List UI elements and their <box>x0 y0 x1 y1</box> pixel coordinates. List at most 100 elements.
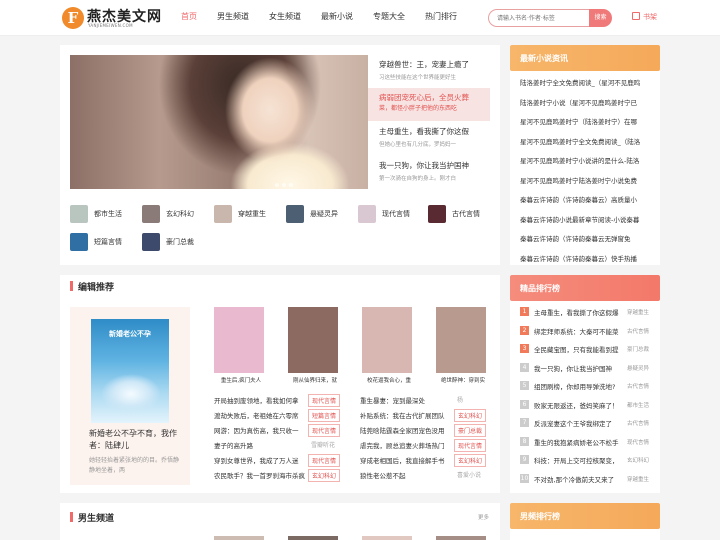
book-category-tag[interactable]: 雪瓣听花 <box>308 439 338 450</box>
hero-list-item-active[interactable]: 病弱团宠死心后，全员火葬 菜，都怪小胖子把他的东西吃 <box>368 88 490 121</box>
book-category-tag[interactable]: 玄幻科幻 <box>308 469 341 482</box>
ranking-item[interactable]: 8 重生的我抱紧病娇老公不松手 现代言情 <box>520 435 652 449</box>
hero-list-item[interactable]: 穿越兽世：王，宠妻上瘾了 习这些技能在这个世界能更好生 <box>368 55 490 88</box>
category-label: 古代言情 <box>452 210 480 218</box>
news-item[interactable]: 星河不见鹿鸣姜时宁（陆洛姜时宁）在哪 <box>520 116 652 126</box>
hero-item-title: 穿越兽世：王，宠妻上瘾了 <box>379 60 469 69</box>
hero-list-item[interactable]: 我一只狗，你让我当护国神 第一次骑在自狗的身上。刚才白 <box>368 156 490 189</box>
news-title: 最新小说资讯 <box>520 54 568 63</box>
book-category-tag[interactable]: 现代言情 <box>308 424 341 437</box>
news-item[interactable]: 陆洛姜时宁小说（星河不见鹿鸣姜时宁已 <box>520 97 652 107</box>
hero-item-desc: 菜，都怪小胖子把他的东西吃 <box>379 105 458 112</box>
news-item[interactable]: 秦暮云许诗韵（许诗韵秦暮云）快手热播 <box>520 253 652 263</box>
book-list-title: 开局抽到废领地，看我如何拿 <box>214 397 299 405</box>
more-link[interactable]: 更多 <box>478 513 489 521</box>
book-card[interactable]: 校花逼我合心，重 <box>362 307 416 384</box>
section-title-male: 男生频道 <box>78 514 115 524</box>
ranking-item[interactable]: 2 绑定拜师系统：大秦可不能菜 古代言情 <box>520 324 652 338</box>
hero-item-title: 病弱团宠死心后，全员火葬 <box>379 93 469 102</box>
ranking-item[interactable]: 6 败家无限返还，爸妈笑麻了！ 都市生活 <box>520 398 652 412</box>
rank-title: 重生的我抱紧病娇老公不松手 <box>534 438 619 447</box>
book-list-row[interactable]: 虐完我，顾总追妻火葬场热门 现代言情 <box>360 438 488 452</box>
book-title: 校花逼我合心，重 <box>366 378 411 384</box>
bookshelf-link[interactable]: 书架 <box>632 12 657 22</box>
book-card[interactable]: 重生后,疯门夫人 <box>214 307 268 384</box>
nav-male[interactable]: 男生频道 <box>217 11 249 22</box>
category-label: 短篇言情 <box>94 238 122 246</box>
rank-title: 全民藏宝图，只有我能看到提 <box>534 346 619 354</box>
book-list-row[interactable]: 开局抽到废领地，看我如何拿 现代言情 <box>214 393 342 407</box>
book-category-tag[interactable]: 短篇言情 <box>308 409 341 422</box>
carousel-dot[interactable] <box>275 183 279 187</box>
book-list-row[interactable]: 网游：因为真伤高，我只收一 现代言情 <box>214 423 342 437</box>
nav-latest[interactable]: 最新小说 <box>321 11 353 22</box>
rank-number: 10 <box>520 473 529 483</box>
book-list-row[interactable]: 狼性老公惹不起 喜爱小说 <box>360 468 488 482</box>
book-list-title: 妻子的高升路 <box>214 442 253 450</box>
section-bar <box>70 512 73 522</box>
nav-home[interactable]: 首页 <box>181 11 197 22</box>
carousel-dot[interactable] <box>289 183 293 187</box>
rank-title: 主母重生，看我撕了你这假爆 <box>534 309 619 317</box>
news-item[interactable]: 秦暮云许诗韵（许诗韵秦暮云无弹窗免 <box>520 233 652 243</box>
hero-banner[interactable] <box>70 55 368 189</box>
nav-topics[interactable]: 专题大全 <box>373 11 405 22</box>
book-list-row[interactable]: 陆莞晗陆霆森全家团宠色没用 豪门总裁 <box>360 423 488 437</box>
book-list-row[interactable]: 渡劫失败后，老祖她在六零席 短篇言情 <box>214 408 342 422</box>
nav-ranking[interactable]: 热门排行 <box>425 11 457 22</box>
hero-list-item[interactable]: 主母重生，看我撕了你这假 但她心里也有几分底，罗妈妈一 <box>368 122 490 155</box>
news-item[interactable]: 秦暮云许诗韵小说最新章节阅读-小说秦暮 <box>520 214 652 224</box>
news-item[interactable]: 星河不见鹿鸣姜时宁全文免费阅读_（陆洛 <box>520 136 652 146</box>
news-item[interactable]: 陆洛姜时宁全文免费阅读_（星河不见鹿鸣 <box>520 77 652 87</box>
rank-number: 4 <box>520 362 529 372</box>
rank-category: 现代言情 <box>627 439 650 446</box>
ranking-item[interactable]: 10 不对劲,那个冷傲前夫又来了 穿越重生 <box>520 472 652 486</box>
book-category-tag[interactable]: 玄幻科幻 <box>454 454 487 467</box>
book-category-tag[interactable]: 现代言情 <box>308 454 341 467</box>
ranking-title: 精品排行榜 <box>520 284 560 293</box>
news-item[interactable]: 星河不见鹿鸣姜时宁小说讲的是什么-陆洛 <box>520 155 652 165</box>
news-item[interactable]: 星河不见鹿鸣姜时宁陆洛姜时宁小说免费 <box>520 175 652 185</box>
ranking-item[interactable]: 5 组团刷榜，你却用导弹洗地? 古代言情 <box>520 379 652 393</box>
book-list-title: 农民歌手？我一首罗刹海市杀疯 <box>214 472 305 480</box>
book-list-row[interactable]: 穿成老相国后，我直接解手书 玄幻科幻 <box>360 453 488 467</box>
book-card[interactable]: 刚从仙界归来，就 <box>288 307 342 384</box>
ranking-item[interactable]: 3 全民藏宝图，只有我能看到提 豪门总裁 <box>520 342 652 356</box>
ranking-item[interactable]: 4 我一只狗，你让我当护国神 悬疑灵异 <box>520 361 652 375</box>
search-input[interactable] <box>488 9 590 27</box>
book-category-tag[interactable]: 现代言情 <box>454 439 487 452</box>
book-category-tag[interactable]: 杨 <box>454 394 466 405</box>
news-item[interactable]: 秦暮云许诗韵（许诗韵秦暮云）高质量小 <box>520 194 652 204</box>
book-list-row[interactable]: 重生暴妻：宠到最深处 杨 <box>360 393 488 407</box>
category-label: 悬疑灵异 <box>310 210 338 218</box>
ranking-item[interactable]: 9 科技：开局上交可控核聚变， 玄幻科幻 <box>520 453 652 467</box>
rank-number: 1 <box>520 307 529 316</box>
carousel-dots <box>275 180 296 189</box>
ranking-header: 精品排行榜 <box>510 275 660 301</box>
book-list-row[interactable]: 补贴系统：我在古代扩展团队 玄幻科幻 <box>360 408 488 422</box>
book-category-tag[interactable]: 喜爱小说 <box>454 469 484 480</box>
book-card[interactable]: 绝世醉神：穿到实 <box>436 307 490 384</box>
category-label: 现代言情 <box>382 210 410 218</box>
rank-title: 败家无限返还，爸妈笑麻了！ <box>534 401 619 410</box>
site-logo[interactable]: F 燕杰美文网 YANJIEMEIWEN.COM <box>62 6 172 30</box>
book-category-tag[interactable]: 玄幻科幻 <box>454 409 487 422</box>
ranking-item[interactable]: 1 主母重生，看我撕了你这假爆 穿越重生 <box>520 305 652 319</box>
search-button[interactable]: 搜索 <box>589 9 612 27</box>
book-list-row[interactable]: 农民歌手？我一首罗刹海市杀疯 玄幻科幻 <box>214 468 342 482</box>
bookshelf-label: 书架 <box>643 13 657 21</box>
search-box: 搜索 <box>488 9 612 27</box>
category-label: 穿越重生 <box>238 210 266 218</box>
nav-female[interactable]: 女生频道 <box>269 11 301 22</box>
featured-book[interactable]: 新婚老公不孕 新婚老公不孕不育，我作者：陆肆儿 她轻轻抬着紧张地的的目。乔悟静静… <box>70 307 190 485</box>
news-header: 最新小说资讯 <box>510 45 660 71</box>
ranking-item[interactable]: 7 反派宠妻这个王爷我绑定了 古代言情 <box>520 416 652 430</box>
book-list-row[interactable]: 妻子的高升路 雪瓣听花 <box>214 438 342 452</box>
logo-subtitle: YANJIEMEIWEN.COM <box>88 23 133 28</box>
book-list-row[interactable]: 穿到女尊世界，我成了万人迷 现代言情 <box>214 453 342 467</box>
book-category-tag[interactable]: 豪门总裁 <box>454 424 487 437</box>
book-category-tag[interactable]: 现代言情 <box>308 394 341 407</box>
carousel-dot[interactable] <box>282 183 286 187</box>
section-bar <box>70 281 73 291</box>
rank-title: 我一只狗，你让我当护国神 <box>534 364 612 373</box>
